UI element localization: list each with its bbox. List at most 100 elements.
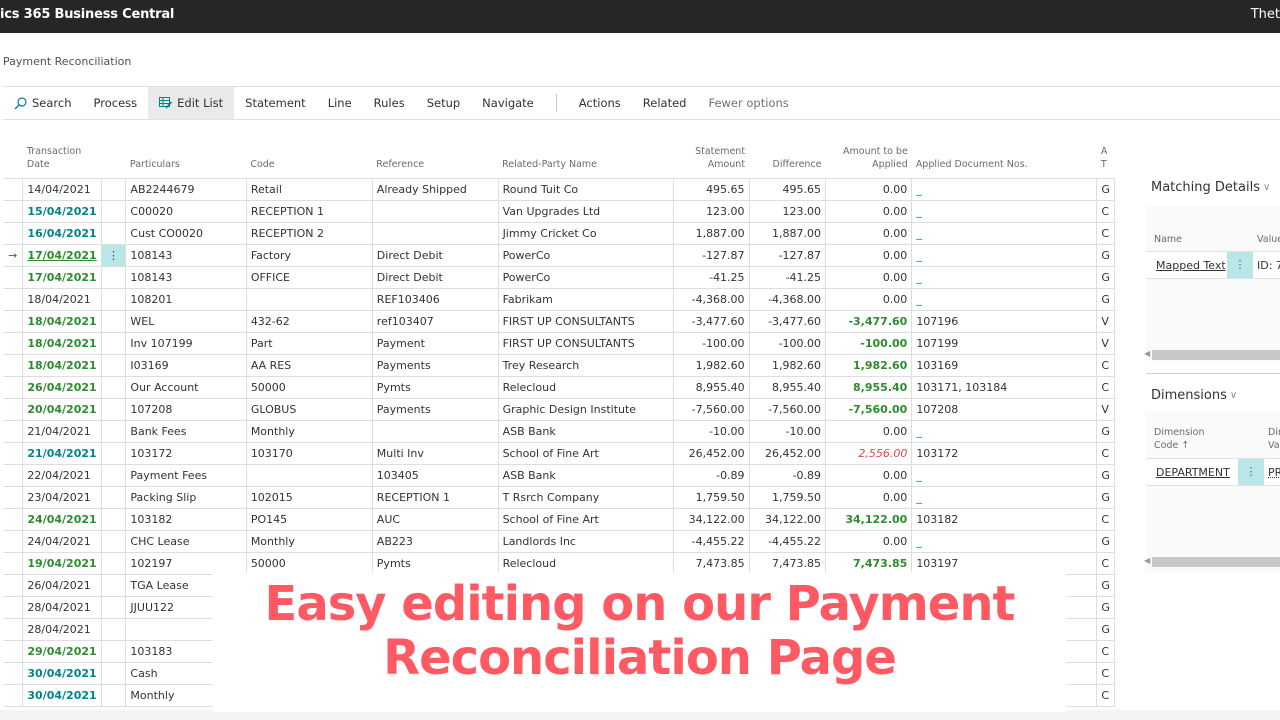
cell-amount-to-apply[interactable]: 0.00 [825,485,913,509]
cell-difference[interactable]: -41.25 [748,265,827,289]
cell-transaction-date[interactable]: 21/04/2021 [22,419,102,443]
cell-transaction-date[interactable]: 30/04/2021 [22,683,102,707]
cell-code[interactable]: RECEPTION 1 [245,199,373,223]
table-row[interactable]: 21/04/2021 Bank Fees Monthly ASB Bank -10.00… [3,419,1115,443]
cell-particulars[interactable]: 107208 [125,397,247,421]
cell-amount-to-apply[interactable]: 0.00 [825,529,913,553]
cell-account-type[interactable]: G [1096,265,1115,289]
cell-particulars[interactable]: 102197 [125,551,247,575]
cell-difference[interactable]: 495.65 [748,177,827,201]
cell-applied-document-nos[interactable]: _ [911,199,1098,223]
cell-reference[interactable]: Payments [371,397,499,421]
cell-difference[interactable]: 8,955.40 [748,375,827,399]
cell-reference[interactable] [371,199,499,223]
cell-related-party-name[interactable]: ASB Bank [497,463,675,487]
cell-reference[interactable]: Pymts [371,551,499,575]
cell-particulars[interactable]: Packing Slip [125,485,247,509]
cell-applied-document-nos[interactable]: _ [911,221,1098,245]
row-menu-icon[interactable]: ⋮ [108,249,119,262]
cell-difference[interactable]: 1,982.60 [748,353,827,377]
cell-statement-amount[interactable]: 1,759.50 [673,485,750,509]
cell-account-type[interactable]: G [1096,485,1115,509]
cell-code[interactable]: GLOBUS [245,397,373,421]
cell-related-party-name[interactable]: ASB Bank [497,419,675,443]
action-setup[interactable]: Setup [416,87,471,119]
cell-related-party-name[interactable]: Graphic Design Institute [497,397,675,421]
cell-applied-document-nos[interactable]: _ [911,287,1098,311]
cell-reference[interactable]: Payments [371,353,499,377]
cell-statement-amount[interactable]: -4,368.00 [673,287,750,311]
cell-statement-amount[interactable]: 34,122.00 [673,507,750,531]
cell-reference[interactable]: ref103407 [371,309,499,333]
cell-applied-document-nos[interactable]: _ [911,529,1098,553]
cell-reference[interactable]: Pymts [371,375,499,399]
cell-account-type[interactable]: V [1096,331,1115,355]
cell-particulars[interactable]: 103182 [125,507,247,531]
cell-account-type[interactable]: C [1096,353,1115,377]
cell-statement-amount[interactable]: -3,477.60 [673,309,750,333]
cell-difference[interactable]: 1,759.50 [748,485,827,509]
cell-statement-amount[interactable]: 1,982.60 [673,353,750,377]
cell-amount-to-apply[interactable]: 0.00 [825,287,913,311]
cell-code[interactable]: Retail [245,177,373,201]
action-process[interactable]: Process [83,87,149,119]
dimension-row[interactable]: DEPARTMENT ⋮ PR [1146,458,1280,486]
cell-particulars[interactable]: 108201 [125,287,247,311]
cell-account-type[interactable]: G [1096,419,1115,443]
cell-reference[interactable]: RECEPTION 1 [371,485,499,509]
matching-details-header[interactable]: Matching Details ∨ [1151,180,1270,195]
table-row[interactable]: 23/04/2021 Packing Slip 102015 RECEPTION 1T… [3,485,1115,509]
cell-related-party-name[interactable]: Jimmy Cricket Co [497,221,675,245]
cell-difference[interactable]: -4,455.22 [748,529,827,553]
cell-particulars[interactable]: 108143 [125,265,247,289]
cell-difference[interactable]: 26,452.00 [748,441,827,465]
col-difference[interactable]: Difference [749,120,825,178]
cell-transaction-date[interactable]: 26/04/2021 [22,375,102,399]
cell-statement-amount[interactable]: -0.89 [673,463,750,487]
cell-related-party-name[interactable]: School of Fine Art [497,507,675,531]
cell-applied-document-nos[interactable]: 107199 [911,331,1098,355]
col-account-type[interactable]: A T [1097,120,1115,178]
cell-statement-amount[interactable]: -4,455.22 [673,529,750,553]
cell-transaction-date[interactable]: 16/04/2021 [22,221,102,245]
cell-related-party-name[interactable]: Landlords Inc [497,529,675,553]
cell-applied-document-nos[interactable]: 103197 [911,551,1098,575]
cell-account-type[interactable]: C [1096,375,1115,399]
table-row[interactable]: 24/04/2021 103182 PO145 AUC School of Fine A… [3,507,1115,531]
cell-statement-amount[interactable]: 7,473.85 [673,551,750,575]
cell-transaction-date[interactable]: 30/04/2021 [22,661,102,685]
cell-transaction-date[interactable]: 29/04/2021 [22,639,102,663]
cell-transaction-date[interactable]: 23/04/2021 [22,485,102,509]
action-fewer-options[interactable]: Fewer options [697,87,799,119]
cell-related-party-name[interactable]: FIRST UP CONSULTANTS [497,309,675,333]
cell-account-type[interactable]: C [1096,639,1115,663]
cell-reference[interactable] [371,419,499,443]
action-related[interactable]: Related [632,87,698,119]
cell-account-type[interactable]: C [1096,661,1115,685]
horizontal-scrollbar[interactable]: ◀ [1144,349,1280,360]
cell-related-party-name[interactable]: FIRST UP CONSULTANTS [497,331,675,355]
col-particulars[interactable]: Particulars [126,120,246,178]
cell-amount-to-apply[interactable]: 1,982.60 [825,353,913,377]
table-row[interactable]: 18/04/2021 108201 REF103406 Fabrikam -4,368.… [3,287,1115,311]
cell-account-type[interactable]: C [1096,221,1115,245]
cell-transaction-date[interactable]: 28/04/2021 [22,617,102,641]
cell-particulars[interactable]: 108143 [125,243,247,267]
cell-amount-to-apply[interactable]: -100.00 [825,331,913,355]
cell-transaction-date[interactable]: 18/04/2021 [22,331,102,355]
cell-statement-amount[interactable]: -127.87 [673,243,750,267]
cell-statement-amount[interactable]: 26,452.00 [673,441,750,465]
cell-reference[interactable]: AB223 [371,529,499,553]
cell-difference[interactable]: 123.00 [748,199,827,223]
cell-transaction-date[interactable]: 18/04/2021 [22,287,102,311]
cell-particulars[interactable]: Inv 107199 [125,331,247,355]
table-row[interactable]: 19/04/2021 102197 50000 Pymts Relecloud 7,473… [3,551,1115,575]
cell-applied-document-nos[interactable]: 103171, 103184 [911,375,1098,399]
cell-transaction-date[interactable]: 18/04/2021 [22,309,102,333]
cell-amount-to-apply[interactable]: -7,560.00 [825,397,913,421]
cell-amount-to-apply[interactable]: 0.00 [825,265,913,289]
table-row[interactable]: 17/04/2021 108143 OFFICE Direct Debit PowerC… [3,265,1115,289]
cell-related-party-name[interactable]: PowerCo [497,243,675,267]
cell-difference[interactable]: -3,477.60 [748,309,827,333]
cell-account-type[interactable]: V [1096,309,1115,333]
